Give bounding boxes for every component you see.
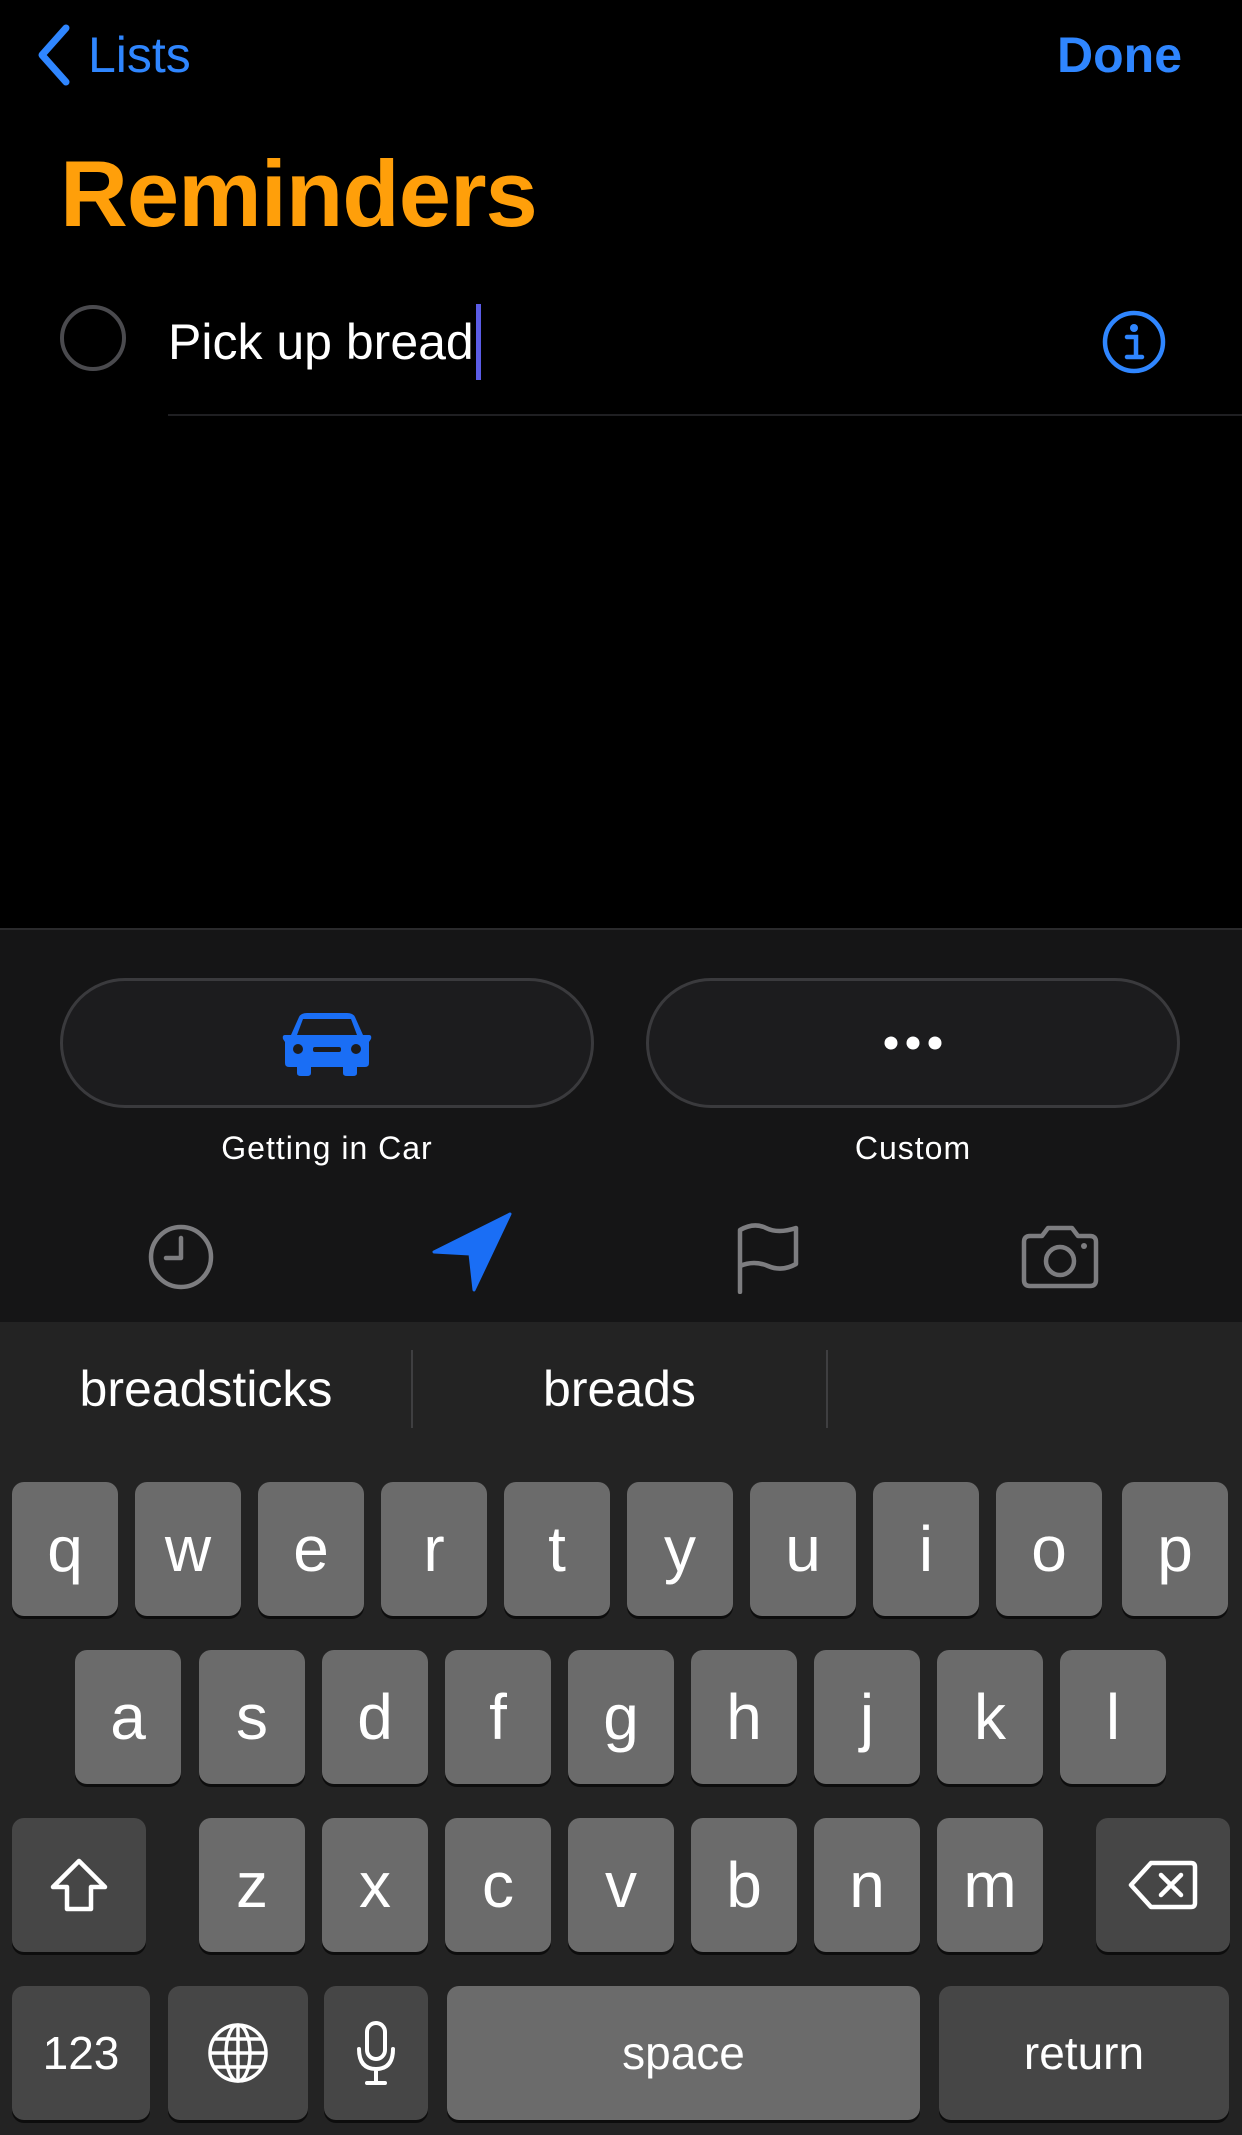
- key-v[interactable]: v: [568, 1818, 674, 1952]
- microphone-icon: [357, 2021, 395, 2085]
- key-t[interactable]: t: [504, 1482, 610, 1616]
- reminder-text-field[interactable]: Pick up bread: [168, 304, 481, 380]
- keyboard: breadsticks breads q w e r t y u i o p a…: [0, 1322, 1242, 2135]
- reminder-text: Pick up bread: [168, 314, 474, 370]
- key-s[interactable]: s: [199, 1650, 305, 1784]
- dictation-key[interactable]: [324, 1986, 428, 2120]
- delete-key[interactable]: [1096, 1818, 1230, 1952]
- key-r[interactable]: r: [381, 1482, 487, 1616]
- clock-button[interactable]: [131, 1207, 231, 1307]
- predictive-text-bar: breadsticks breads: [0, 1322, 1242, 1456]
- key-g[interactable]: g: [568, 1650, 674, 1784]
- key-n[interactable]: n: [814, 1818, 920, 1952]
- globe-key[interactable]: [168, 1986, 308, 2120]
- key-k[interactable]: k: [937, 1650, 1043, 1784]
- key-p[interactable]: p: [1122, 1482, 1228, 1616]
- suggestion-empty[interactable]: [828, 1322, 1242, 1456]
- key-m[interactable]: m: [937, 1818, 1043, 1952]
- back-label: Lists: [88, 27, 191, 83]
- key-q[interactable]: q: [12, 1482, 118, 1616]
- key-w[interactable]: w: [135, 1482, 241, 1616]
- flag-button[interactable]: [717, 1207, 817, 1307]
- key-z[interactable]: z: [199, 1818, 305, 1952]
- clock-icon: [148, 1224, 214, 1290]
- reminder-checkbox[interactable]: [60, 305, 126, 371]
- key-h[interactable]: h: [691, 1650, 797, 1784]
- back-to-lists-button[interactable]: Lists: [34, 20, 191, 90]
- location-button[interactable]: [422, 1202, 522, 1302]
- suggestion-breads[interactable]: breads: [413, 1322, 826, 1456]
- key-f[interactable]: f: [445, 1650, 551, 1784]
- ellipsis-icon: [884, 1036, 942, 1050]
- chevron-left-icon: [38, 24, 70, 86]
- key-j[interactable]: j: [814, 1650, 920, 1784]
- delete-backspace-icon: [1128, 1860, 1198, 1910]
- key-d[interactable]: d: [322, 1650, 428, 1784]
- row-divider: [168, 414, 1242, 416]
- camera-icon: [1021, 1225, 1099, 1289]
- list-title: Reminders: [60, 141, 538, 246]
- key-a[interactable]: a: [75, 1650, 181, 1784]
- key-e[interactable]: e: [258, 1482, 364, 1616]
- done-button[interactable]: Done: [1057, 20, 1182, 90]
- space-key[interactable]: space: [447, 1986, 920, 2120]
- location-accessory-panel: Getting in Car Custom: [0, 928, 1242, 1324]
- key-b[interactable]: b: [691, 1818, 797, 1952]
- key-o[interactable]: o: [996, 1482, 1102, 1616]
- key-y[interactable]: y: [627, 1482, 733, 1616]
- key-l[interactable]: l: [1060, 1650, 1166, 1784]
- return-key[interactable]: return: [939, 1986, 1229, 2120]
- text-caret: [475, 304, 481, 380]
- getting-in-car-option[interactable]: [60, 978, 594, 1108]
- globe-icon: [208, 2023, 268, 2083]
- info-icon[interactable]: [1100, 308, 1168, 376]
- shift-key[interactable]: [12, 1818, 146, 1952]
- suggestion-breadsticks[interactable]: breadsticks: [0, 1322, 412, 1456]
- car-icon: [282, 1013, 372, 1076]
- custom-label: Custom: [854, 1130, 972, 1166]
- flag-icon: [737, 1223, 799, 1294]
- numbers-key[interactable]: 123: [12, 1986, 150, 2120]
- key-i[interactable]: i: [873, 1482, 979, 1616]
- shift-arrow-icon: [50, 1858, 108, 1912]
- location-arrow-icon: [432, 1212, 512, 1292]
- key-u[interactable]: u: [750, 1482, 856, 1616]
- custom-location-option[interactable]: [646, 978, 1180, 1108]
- getting-in-car-label: Getting in Car: [221, 1130, 433, 1166]
- key-c[interactable]: c: [445, 1818, 551, 1952]
- key-x[interactable]: x: [322, 1818, 428, 1952]
- camera-button[interactable]: [1010, 1207, 1110, 1307]
